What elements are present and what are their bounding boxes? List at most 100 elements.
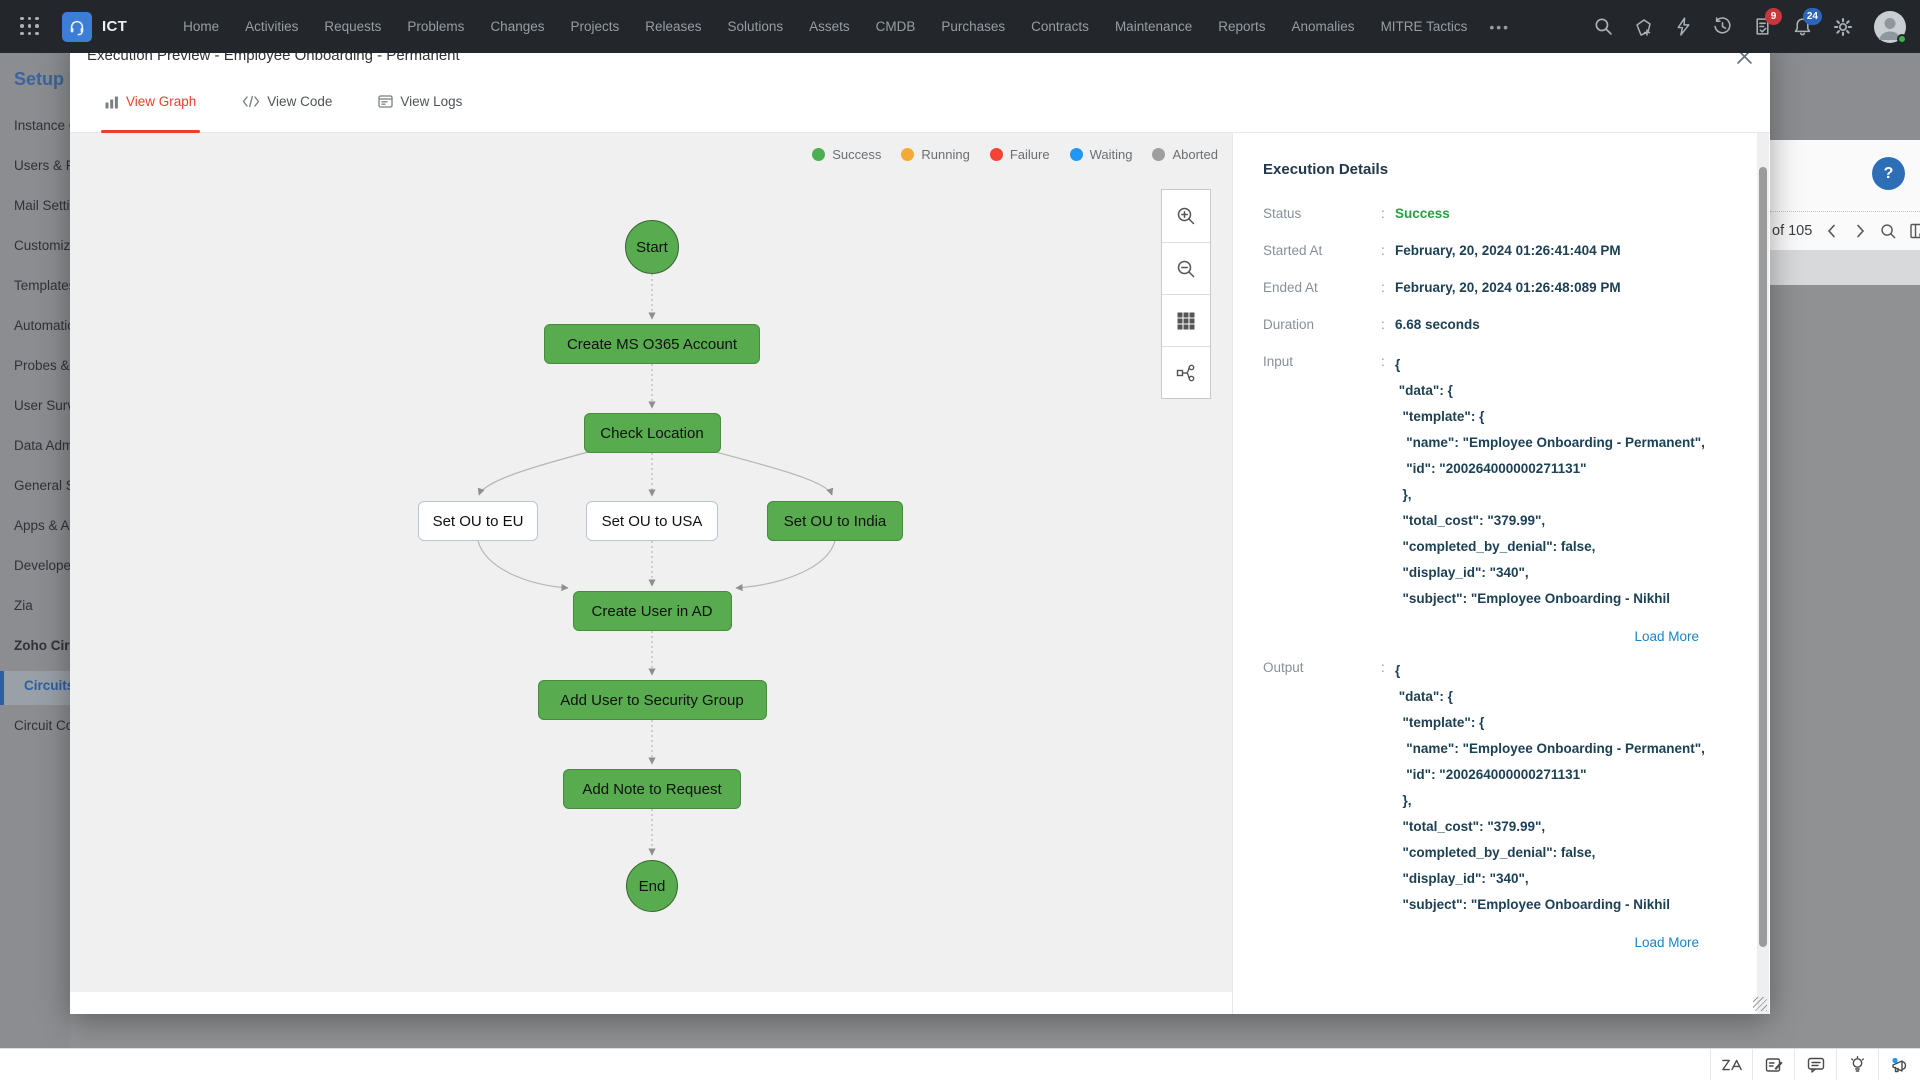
nav-item-projects[interactable]: Projects (570, 19, 619, 34)
tab-view-code[interactable]: View Code (242, 71, 332, 133)
graph-node-check[interactable]: Check Location (584, 413, 721, 453)
graph-node-note[interactable]: Add Note to Request (563, 769, 741, 809)
quick-add-icon[interactable] (1634, 17, 1654, 37)
help-button[interactable]: ? (1872, 157, 1905, 190)
dimmed-table-area (1770, 285, 1920, 1048)
compose-icon[interactable] (1752, 1049, 1794, 1080)
sidebar-item-customiza[interactable]: Customiza (14, 238, 70, 253)
sidebar-item-mail-settin[interactable]: Mail Settin (14, 198, 70, 213)
nav-item-activities[interactable]: Activities (245, 19, 298, 34)
sidebar-item-general-se[interactable]: General Se (14, 478, 70, 493)
nav-item-changes[interactable]: Changes (490, 19, 544, 34)
graph-node-india[interactable]: Set OU to India (767, 501, 903, 541)
screen: ICT HomeActivitiesRequestsProblemsChange… (0, 0, 1920, 1080)
graph-node-eu[interactable]: Set OU to EU (418, 501, 538, 541)
fit-flow-icon[interactable] (1162, 346, 1210, 398)
tab-view-logs[interactable]: View Logs (378, 71, 462, 133)
list-search-icon[interactable] (1880, 223, 1897, 240)
legend-aborted: Aborted (1152, 147, 1218, 162)
detail-row-started-at: Started At:February, 20, 2024 01:26:41:4… (1263, 241, 1745, 261)
nav-item-cmdb[interactable]: CMDB (876, 19, 916, 34)
sidebar-item-templates[interactable]: Templates (14, 278, 70, 293)
gear-icon[interactable] (1833, 17, 1853, 37)
product-logo-headset-icon[interactable] (62, 12, 92, 42)
modal-body: SuccessRunningFailureWaitingAborted (70, 133, 1770, 1014)
sidebar-item-apps-ad[interactable]: Apps & Ad (14, 518, 70, 533)
sidebar-item-circuit-co[interactable]: Circuit Co (14, 718, 70, 733)
bell-icon[interactable]: 24 (1793, 17, 1812, 36)
lightning-icon[interactable] (1675, 17, 1692, 36)
output-load-more-link[interactable]: Load More (1263, 935, 1745, 950)
zia-icon[interactable] (1710, 1049, 1752, 1080)
status-legend: SuccessRunningFailureWaitingAborted (812, 147, 1218, 162)
pager-count: of 105 (1772, 223, 1812, 239)
overview-grid-icon[interactable] (1162, 294, 1210, 346)
detail-label: Started At (1263, 241, 1381, 261)
legend-waiting: Waiting (1070, 147, 1133, 162)
input-load-more-link[interactable]: Load More (1263, 629, 1745, 644)
sidebar-item-instance-c[interactable]: Instance C (14, 118, 70, 133)
announcement-icon[interactable] (1878, 1049, 1920, 1080)
sidebar-item-developer[interactable]: Developer (14, 558, 70, 573)
workflow-graph-canvas[interactable]: SuccessRunningFailureWaitingAborted (70, 133, 1232, 992)
sidebar-item-circuits[interactable]: Circuits (24, 678, 70, 693)
sidebar-item-users-pe[interactable]: Users & Pe (14, 158, 70, 173)
output-json: { "data": { "template": { "name": "Emplo… (1395, 658, 1745, 918)
nav-item-maintenance[interactable]: Maintenance (1115, 19, 1192, 34)
sidebar-item-data-admi[interactable]: Data Admi (14, 438, 70, 453)
nav-item-mitre-tactics[interactable]: MITRE Tactics (1381, 19, 1468, 34)
graph-node-start[interactable]: Start (625, 220, 679, 274)
nav-item-releases[interactable]: Releases (645, 19, 701, 34)
tab-label: View Logs (400, 94, 462, 109)
history-icon[interactable] (1713, 17, 1732, 36)
legend-label: Failure (1010, 147, 1050, 162)
detail-value: February, 20, 2024 01:26:48:089 PM (1395, 278, 1621, 298)
tab-view-graph[interactable]: View Graph (105, 71, 196, 133)
graph-node-usa[interactable]: Set OU to USA (586, 501, 718, 541)
avatar[interactable] (1874, 11, 1906, 43)
graph-toolbar (1161, 189, 1211, 399)
table-header-strip (1770, 250, 1920, 285)
zoom-in-icon[interactable] (1162, 190, 1210, 242)
menu-overflow-icon[interactable]: ••• (1489, 19, 1510, 35)
sidebar-item-zoho-circu[interactable]: Zoho Circu (14, 638, 70, 653)
dimmed-strip (1770, 53, 1920, 140)
sidebar-item-automatio[interactable]: Automatio (14, 318, 70, 333)
nav-item-reports[interactable]: Reports (1218, 19, 1265, 34)
sidebar-item-zia[interactable]: Zia (14, 598, 33, 613)
pager-row: of 105 (1770, 212, 1920, 250)
nav-item-solutions[interactable]: Solutions (728, 19, 784, 34)
output-row: Output : { "data": { "template": { "name… (1263, 658, 1745, 918)
graph-node-secgrp[interactable]: Add User to Security Group (538, 680, 767, 720)
nav-item-contracts[interactable]: Contracts (1031, 19, 1089, 34)
app-switcher-icon[interactable] (20, 17, 40, 37)
search-icon[interactable] (1594, 17, 1613, 36)
nav-item-purchases[interactable]: Purchases (941, 19, 1005, 34)
details-scrollbar-thumb[interactable] (1759, 167, 1767, 947)
column-settings-icon[interactable] (1909, 222, 1920, 240)
sidebar-item-user-surve[interactable]: User Surve (14, 398, 70, 413)
notifications-badge: 24 (1803, 8, 1822, 25)
nav-item-home[interactable]: Home (183, 19, 219, 34)
graph-node-ad[interactable]: Create User in AD (573, 591, 732, 631)
chevron-left-icon[interactable] (1824, 223, 1840, 239)
legend-dot-running (901, 148, 914, 161)
nav-item-assets[interactable]: Assets (809, 19, 850, 34)
approvals-icon[interactable]: 9 (1753, 17, 1772, 36)
detail-label: Status (1263, 204, 1381, 224)
legend-dot-success (812, 148, 825, 161)
chevron-right-icon[interactable] (1852, 223, 1868, 239)
nav-item-anomalies[interactable]: Anomalies (1292, 19, 1355, 34)
nav-item-problems[interactable]: Problems (407, 19, 464, 34)
approvals-badge: 9 (1765, 8, 1782, 25)
modal-resize-handle[interactable] (1753, 997, 1767, 1011)
sidebar-item-probes-d[interactable]: Probes & D (14, 358, 70, 373)
chat-icon[interactable] (1794, 1049, 1836, 1080)
top-nav: ICT HomeActivitiesRequestsProblemsChange… (0, 0, 1920, 53)
zoom-out-icon[interactable] (1162, 242, 1210, 294)
graph-node-o365[interactable]: Create MS O365 Account (544, 324, 760, 364)
code-icon (242, 95, 260, 108)
lightbulb-icon[interactable] (1836, 1049, 1878, 1080)
nav-item-requests[interactable]: Requests (324, 19, 381, 34)
graph-node-end[interactable]: End (626, 860, 678, 912)
